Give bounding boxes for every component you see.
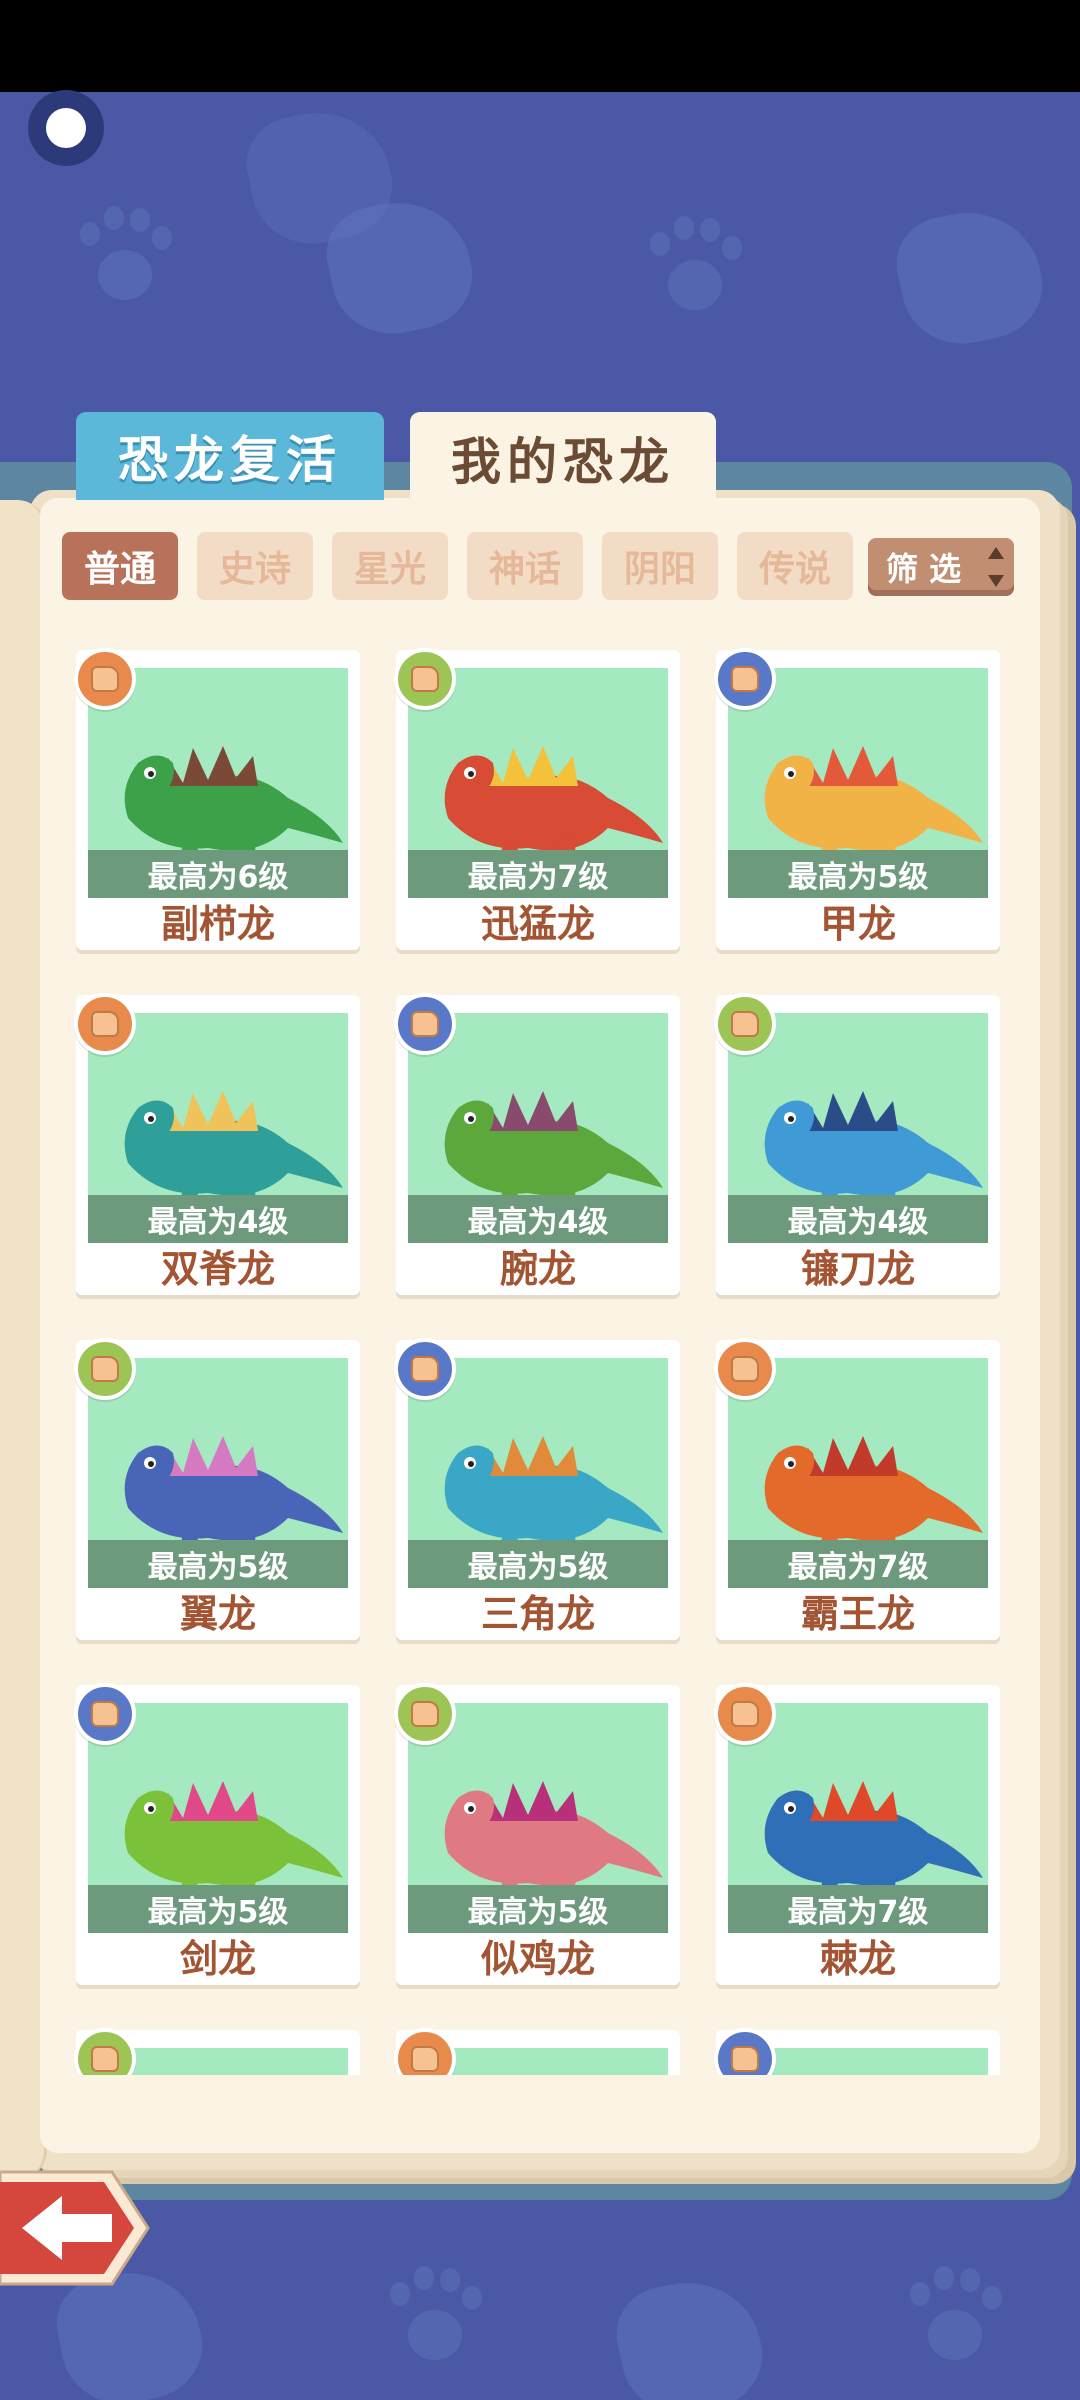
dino-card[interactable]: 最高为4级 镰刀龙 [714, 993, 1000, 1295]
dino-name: 棘龙 [819, 1937, 896, 1981]
dino-name: 剑龙 [179, 1937, 256, 1981]
rarity-filter-bar: 普通 史诗 星光 神话 阴阳 传说 筛 选 [62, 532, 1014, 602]
filter-chip-common[interactable]: 普通 [62, 532, 178, 600]
dino-card[interactable]: 最高为5级 三角龙 [394, 1338, 680, 1640]
dino-card-partial[interactable] [394, 2028, 680, 2075]
hand-gesture-icon [74, 2028, 136, 2075]
dino-card[interactable]: 最高为5级 翼龙 [74, 1338, 360, 1640]
filter-chip-legend[interactable]: 传说 [737, 532, 853, 600]
max-level-label: 最高为5级 [728, 850, 988, 898]
max-level-label: 最高为6级 [88, 850, 348, 898]
max-level-label: 最高为7级 [728, 1540, 988, 1588]
max-level-label: 最高为4级 [88, 1195, 348, 1243]
max-level-label: 最高为7级 [408, 850, 668, 898]
dino-card-partial[interactable] [74, 2028, 360, 2075]
tab-dino-revive[interactable]: 恐龙复活 [76, 412, 384, 500]
dino-name: 甲龙 [819, 902, 896, 946]
dino-card[interactable]: 最高为4级 腕龙 [394, 993, 680, 1295]
dino-name: 镰刀龙 [800, 1247, 915, 1291]
paw-print-icon [70, 202, 180, 312]
filter-chip-star[interactable]: 星光 [332, 532, 448, 600]
dino-name: 似鸡龙 [480, 1937, 595, 1981]
tab-my-dinos-label: 我的恐龙 [451, 433, 675, 491]
dino-name: 迅猛龙 [480, 902, 595, 946]
dino-card[interactable]: 最高为7级 霸王龙 [714, 1338, 1000, 1640]
floating-assist-button[interactable] [28, 90, 104, 166]
hand-gesture-icon [714, 1338, 776, 1400]
hand-gesture-icon [714, 2028, 776, 2075]
dino-card[interactable]: 最高为4级 双脊龙 [74, 993, 360, 1295]
dino-name: 三角龙 [480, 1592, 595, 1636]
dino-card[interactable]: 最高为5级 剑龙 [74, 1683, 360, 1985]
max-level-label: 最高为5级 [88, 1885, 348, 1933]
dot-icon [46, 108, 86, 148]
hand-gesture-icon [74, 993, 136, 1055]
dino-name: 翼龙 [179, 1592, 256, 1636]
dino-card-partial[interactable] [714, 2028, 1000, 2075]
filter-chip-epic[interactable]: 史诗 [197, 532, 313, 600]
hand-gesture-icon [714, 648, 776, 710]
tab-dino-revive-label: 恐龙复活 [118, 431, 342, 489]
dino-card[interactable]: 最高为5级 甲龙 [714, 648, 1000, 950]
max-level-label: 最高为7级 [728, 1885, 988, 1933]
page-bottom-edge [62, 2075, 1022, 2095]
dino-card[interactable]: 最高为6级 副栉龙 [74, 648, 360, 950]
hand-gesture-icon [394, 993, 456, 1055]
hand-gesture-icon [74, 1338, 136, 1400]
tab-my-dinos[interactable]: 我的恐龙 [410, 412, 716, 504]
dino-name: 双脊龙 [160, 1247, 275, 1291]
filter-chip-yinyang[interactable]: 阴阳 [602, 532, 718, 600]
filter-chip-myth[interactable]: 神话 [467, 532, 583, 600]
paw-print-icon [640, 212, 750, 322]
hand-gesture-icon [74, 648, 136, 710]
hand-gesture-icon [394, 2028, 456, 2075]
max-level-label: 最高为4级 [408, 1195, 668, 1243]
hand-gesture-icon [74, 1683, 136, 1745]
dino-card[interactable]: 最高为7级 棘龙 [714, 1683, 1000, 1985]
status-bar [0, 0, 1080, 92]
paw-print-icon [900, 2262, 1010, 2372]
dino-name: 霸王龙 [800, 1592, 915, 1636]
dino-name: 副栉龙 [160, 902, 275, 946]
max-level-label: 最高为4级 [728, 1195, 988, 1243]
max-level-label: 最高为5级 [408, 1540, 668, 1588]
hand-gesture-icon [394, 1338, 456, 1400]
max-level-label: 最高为5级 [408, 1885, 668, 1933]
hand-gesture-icon [394, 648, 456, 710]
updown-arrow-icon [988, 547, 1004, 587]
dino-grid: 最高为6级 副栉龙 最高为7级 迅猛龙 最高为5级 甲龙 最高为4级 双脊龙 最高为4级 腕龙 最高… [62, 645, 1022, 2075]
hand-gesture-icon [714, 993, 776, 1055]
dino-card[interactable]: 最高为5级 似鸡龙 [394, 1683, 680, 1985]
max-level-label: 最高为5级 [88, 1540, 348, 1588]
dino-silhouette-icon [888, 198, 1052, 356]
dino-name: 腕龙 [499, 1247, 576, 1291]
paw-print-icon [380, 2262, 490, 2372]
dino-silhouette-icon [608, 2268, 772, 2400]
sort-filter-label: 筛 选 [886, 550, 962, 588]
back-button[interactable] [0, 2160, 150, 2296]
sort-filter-dropdown[interactable]: 筛 选 [868, 538, 1014, 596]
hand-gesture-icon [394, 1683, 456, 1745]
hand-gesture-icon [714, 1683, 776, 1745]
dino-card[interactable]: 最高为7级 迅猛龙 [394, 648, 680, 950]
